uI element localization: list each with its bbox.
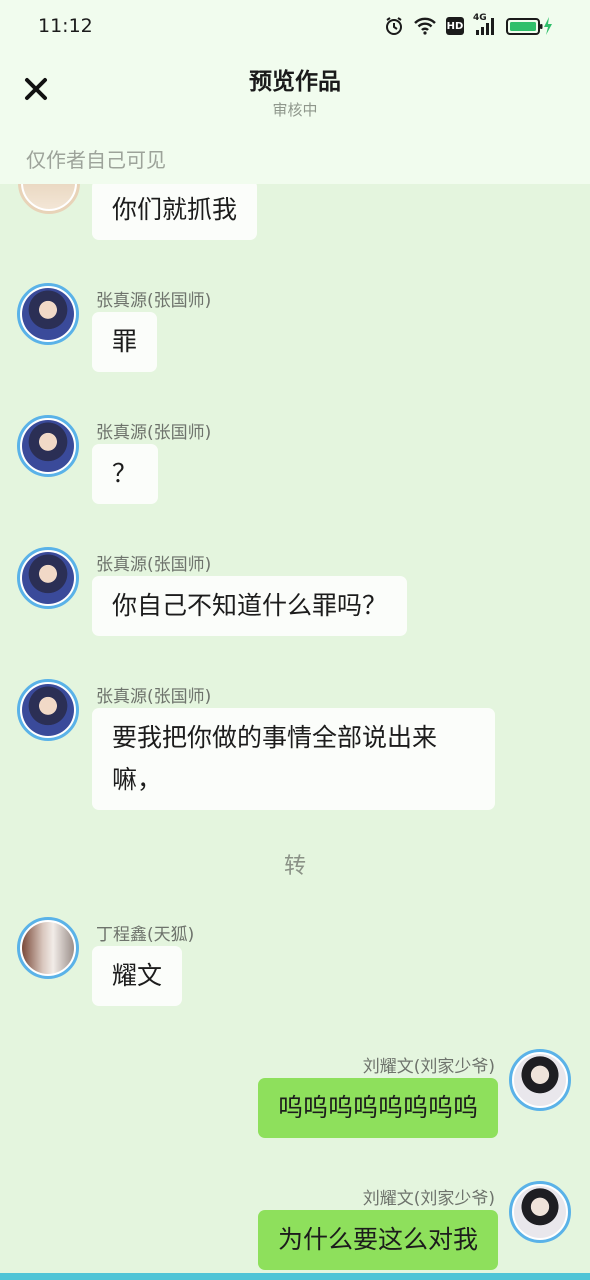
avatar[interactable] xyxy=(509,1049,571,1111)
message-bubble[interactable]: 耀文 xyxy=(92,946,183,1006)
message-bubble[interactable]: 你自己不知道什么罪吗？ xyxy=(92,576,408,636)
visibility-notice: 仅作者自己可见 xyxy=(0,132,590,184)
avatar[interactable] xyxy=(17,415,79,477)
avatar[interactable] xyxy=(17,283,79,345)
message-bubble[interactable]: 要我把你做的事情全部说出来 嘛， xyxy=(92,708,495,810)
message-line: 要我把你做的事情全部说出来 xyxy=(112,723,438,752)
message-bubble[interactable]: ？ xyxy=(92,444,158,504)
chat-area[interactable]: 你们就抓我 张真源(张国师) 罪 张真源(张国师) ？ 张真源(张国师) 你自己… xyxy=(0,0,590,1280)
status-icons: HD 4G xyxy=(384,13,554,36)
status-time: 11:12 xyxy=(38,15,93,37)
sender-name: 张真源(张国师) xyxy=(96,423,212,443)
avatar[interactable] xyxy=(17,917,79,979)
avatar[interactable] xyxy=(509,1181,571,1243)
status-bar: 11:12 HD 4G xyxy=(0,0,590,52)
battery-charging-icon xyxy=(506,16,554,36)
signal-4g-icon: 4G xyxy=(473,13,497,36)
sender-name: 张真源(张国师) xyxy=(96,555,212,575)
page-title: 预览作品 xyxy=(249,69,341,95)
message-bubble[interactable]: 呜呜呜呜呜呜呜呜 xyxy=(257,1078,498,1138)
scene-divider: 转 xyxy=(283,854,306,879)
bottom-edge-bar xyxy=(0,1273,590,1280)
header: 预览作品 审核中 xyxy=(0,52,590,132)
network-type: 4G xyxy=(473,13,487,23)
sender-name: 刘耀文(刘家少爷) xyxy=(362,1057,495,1077)
sender-name: 张真源(张国师) xyxy=(96,687,212,707)
message-bubble[interactable]: 为什么要这么对我 xyxy=(257,1210,498,1270)
sender-name: 刘耀文(刘家少爷) xyxy=(362,1189,495,1209)
avatar[interactable] xyxy=(17,679,79,741)
page-subtitle: 审核中 xyxy=(272,101,318,119)
sender-name: 张真源(张国师) xyxy=(96,291,212,311)
hd-icon: HD xyxy=(446,17,464,35)
sender-name: 丁程鑫(天狐) xyxy=(96,925,195,945)
message-line: 嘛， xyxy=(112,765,163,794)
message-bubble[interactable]: 罪 xyxy=(92,312,158,372)
message-bubble[interactable]: 你们就抓我 xyxy=(92,180,258,240)
avatar[interactable] xyxy=(17,547,79,609)
alarm-icon xyxy=(384,16,404,36)
wifi-icon xyxy=(413,16,437,36)
